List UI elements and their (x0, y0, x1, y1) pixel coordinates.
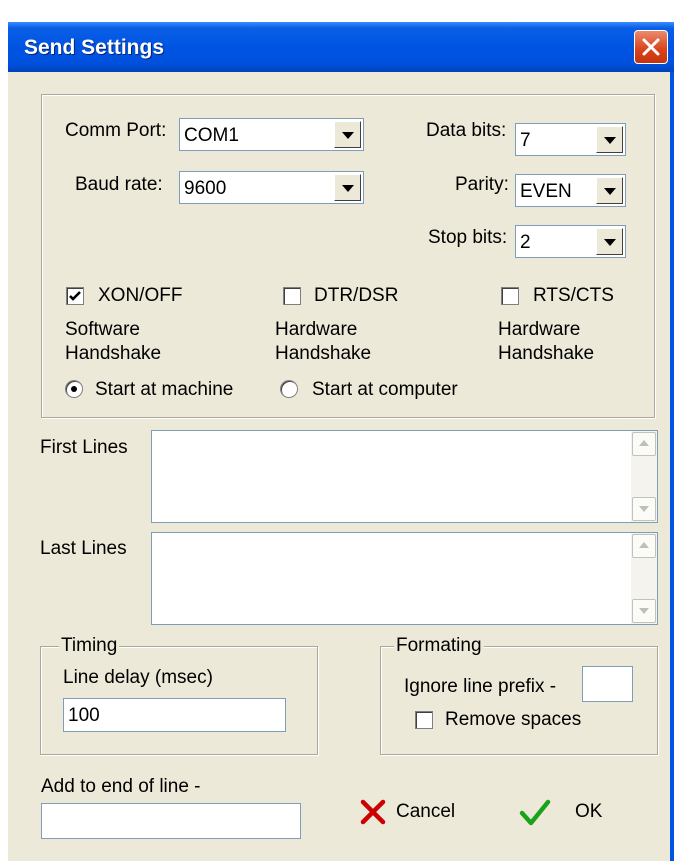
last-lines-scrollbar[interactable] (631, 533, 657, 624)
first-lines-scrollbar[interactable] (631, 431, 657, 522)
formating-legend: Formating (394, 635, 484, 657)
baud-rate-value: 9600 (184, 178, 227, 199)
xon-off-desc-line2: Handshake (65, 343, 162, 364)
remove-spaces-checkbox[interactable] (415, 711, 433, 729)
parity-label: Parity: (455, 174, 509, 195)
close-button[interactable] (634, 30, 668, 64)
end-of-line-label: Add to end of line - (41, 776, 201, 797)
rts-cts-desc-line2: Handshake (498, 343, 595, 364)
green-check-icon (519, 799, 551, 826)
cancel-button[interactable]: Cancel (357, 792, 487, 832)
end-of-line-input[interactable] (41, 803, 301, 839)
xon-off-desc-line1: Software (65, 319, 140, 340)
close-icon (642, 38, 660, 56)
first-lines-textarea[interactable] (151, 430, 658, 523)
xon-off-label: XON/OFF (98, 285, 183, 306)
dtr-dsr-desc-line2: Handshake (275, 343, 372, 364)
last-lines-textarea[interactable] (151, 532, 658, 625)
parity-value: EVEN (520, 181, 572, 202)
ok-button[interactable]: OK (517, 792, 617, 832)
first-lines-label: First Lines (40, 437, 128, 458)
rts-cts-checkbox[interactable] (501, 287, 519, 305)
xon-off-checkbox[interactable] (66, 287, 84, 305)
checkmark-icon (69, 291, 81, 301)
rts-cts-desc-line1: Hardware (498, 319, 581, 340)
red-x-icon (360, 799, 386, 825)
line-delay-input[interactable]: 100 (63, 698, 286, 732)
scroll-up-icon[interactable] (632, 534, 656, 558)
title-bar[interactable]: Send Settings (8, 22, 674, 72)
window-frame (670, 72, 674, 861)
scroll-down-icon[interactable] (632, 599, 656, 623)
ignore-prefix-label: Ignore line prefix - (404, 676, 557, 697)
comm-port-select[interactable]: COM1 (179, 118, 364, 151)
start-at-computer-radio[interactable] (280, 380, 298, 398)
ignore-prefix-input[interactable] (582, 666, 633, 702)
start-at-machine-radio[interactable] (65, 380, 83, 398)
rts-cts-label: RTS/CTS (533, 285, 614, 306)
stop-bits-label: Stop bits: (428, 227, 508, 248)
comm-port-value: COM1 (184, 125, 239, 146)
ok-label: OK (575, 801, 603, 822)
data-bits-select[interactable]: 7 (515, 123, 626, 156)
start-at-computer-label: Start at computer (312, 379, 458, 400)
parity-select[interactable]: EVEN (515, 174, 626, 207)
cancel-label: Cancel (396, 801, 456, 822)
data-bits-value: 7 (520, 130, 531, 151)
chevron-down-icon[interactable] (596, 228, 623, 255)
baud-rate-select[interactable]: 9600 (179, 171, 364, 204)
scroll-up-icon[interactable] (632, 432, 656, 456)
data-bits-label: Data bits: (426, 120, 507, 141)
comm-port-label: Comm Port: (65, 120, 167, 141)
stop-bits-select[interactable]: 2 (515, 225, 626, 258)
chevron-down-icon[interactable] (334, 174, 361, 201)
line-delay-value: 100 (68, 705, 100, 726)
last-lines-label: Last Lines (40, 538, 127, 559)
stop-bits-value: 2 (520, 232, 531, 253)
chevron-down-icon[interactable] (596, 177, 623, 204)
dtr-dsr-checkbox[interactable] (283, 287, 301, 305)
dtr-dsr-label: DTR/DSR (314, 285, 399, 306)
dialog-title: Send Settings (24, 36, 165, 59)
line-delay-label: Line delay (msec) (63, 667, 213, 688)
scroll-down-icon[interactable] (632, 497, 656, 521)
timing-legend: Timing (59, 635, 120, 657)
send-settings-dialog: Send Settings Comm Port: COM1 Baud rate:… (8, 22, 674, 861)
chevron-down-icon[interactable] (596, 126, 623, 153)
dtr-dsr-desc-line1: Hardware (275, 319, 358, 340)
chevron-down-icon[interactable] (334, 121, 361, 148)
baud-rate-label: Baud rate: (75, 174, 163, 195)
remove-spaces-label: Remove spaces (445, 709, 582, 730)
start-at-machine-label: Start at machine (95, 379, 234, 400)
